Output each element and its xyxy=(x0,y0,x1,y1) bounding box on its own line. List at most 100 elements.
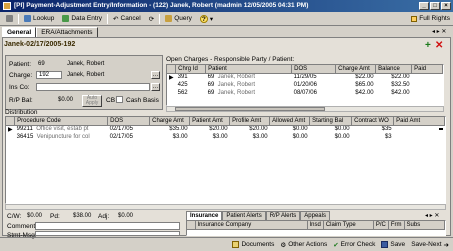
col-allowed-amt[interactable]: Allowed Amt xyxy=(269,117,311,126)
query-icon xyxy=(165,15,173,22)
table-row[interactable]: 36415 Venipuncture for col 02/17/05 $3.0… xyxy=(6,133,445,141)
save-label: Save xyxy=(390,241,406,248)
lock-icon xyxy=(411,15,418,22)
minimize-button[interactable]: _ xyxy=(419,2,429,10)
cell: $3.00 xyxy=(252,134,268,140)
insurance-tabs: Insurance Patient Alerts R/P Alerts Appe… xyxy=(186,211,330,220)
gear-icon: ⚙ xyxy=(280,241,287,249)
menu-icon xyxy=(6,15,13,22)
auto-apply-button[interactable]: Auto Apply xyxy=(82,95,102,107)
cell: $3 xyxy=(384,134,392,140)
other-actions-button[interactable]: ⚙ Other Actions xyxy=(280,241,327,249)
ins-lookup-button[interactable]: … xyxy=(151,83,160,91)
tab-nav-arrows[interactable]: ◂ ▸ ✕ xyxy=(432,28,446,35)
cell: 01/20/06 xyxy=(293,82,317,88)
cell: $32.50 xyxy=(391,82,410,88)
documents-button[interactable]: Documents xyxy=(232,241,274,248)
cell-patient-name: Janek, Robert xyxy=(217,82,256,88)
cell: 99211 Office visit, estab pt xyxy=(15,125,108,133)
col-charge-amt[interactable]: Charge Amt xyxy=(335,65,377,74)
col-dos[interactable]: DOS xyxy=(291,65,337,74)
save-next-button[interactable]: Save-Next ➜ xyxy=(411,241,449,249)
cell: 11/29/05 xyxy=(293,74,317,81)
data-entry-button[interactable]: Data Entry xyxy=(59,13,105,25)
error-check-button[interactable]: ✔ Error Check xyxy=(333,241,375,249)
col-paid[interactable]: Paid xyxy=(411,65,443,74)
cell: $0.00 xyxy=(334,134,350,140)
ins-co-field[interactable] xyxy=(36,83,150,91)
cell: 02/17/05 xyxy=(109,126,133,133)
col-contract-wo[interactable]: Contract WO xyxy=(351,117,395,126)
close-window-button[interactable]: × xyxy=(441,2,451,10)
col-dos[interactable]: DOS xyxy=(107,117,151,126)
cell-description: Venipuncture for col xyxy=(36,134,90,140)
tab-patient-alerts[interactable]: Patient Alerts xyxy=(222,211,266,220)
save-button[interactable]: Save xyxy=(381,241,405,248)
col-profile-amt[interactable]: Profile Amt xyxy=(229,117,271,126)
comment-field[interactable] xyxy=(35,222,180,230)
col-charge-amt[interactable]: Charge Amt xyxy=(149,117,191,126)
tab-insurance[interactable]: Insurance xyxy=(186,211,223,220)
col-starting-bal[interactable]: Starting Bal xyxy=(309,117,353,126)
other-actions-label: Other Actions xyxy=(288,241,328,248)
col-patient[interactable]: Patient xyxy=(205,65,293,74)
cancel-button[interactable]: ↶ Cancel xyxy=(110,13,144,25)
maximize-button[interactable]: □ xyxy=(430,2,440,10)
window-controls: _ □ × xyxy=(419,2,451,10)
adj-value: $0.00 xyxy=(118,213,134,219)
cell: $22.00 xyxy=(355,74,374,81)
cash-basis-checkbox[interactable] xyxy=(116,96,123,103)
help-button[interactable]: ? ▾ xyxy=(197,13,216,25)
cell: 391 xyxy=(177,74,188,81)
distribution-hscrollbar[interactable] xyxy=(5,204,446,210)
col-subs[interactable]: Subs xyxy=(404,221,445,230)
table-row[interactable]: ▶ 391 69 Janek, Robert 11/29/05 $22.00 $… xyxy=(167,73,443,81)
distribution-label: Distribution xyxy=(5,109,38,116)
col-procedure-code[interactable]: Procedure Code xyxy=(14,117,109,126)
refresh-button[interactable]: ⟳ xyxy=(146,13,157,25)
col-chrg-id[interactable]: Chrg Id xyxy=(175,65,207,74)
tab-rp-alerts[interactable]: R/P Alerts xyxy=(265,211,301,220)
col-patient-amt[interactable]: Patient Amt xyxy=(189,117,231,126)
cell: 562 xyxy=(177,90,188,96)
cell xyxy=(167,89,176,97)
open-charges-hscrollbar[interactable] xyxy=(166,106,444,112)
tab-appeals[interactable]: Appeals xyxy=(300,211,330,220)
paid-amt-input[interactable] xyxy=(438,128,443,131)
adj-label: Adj: xyxy=(98,213,110,220)
cell: $3.00 xyxy=(212,134,228,140)
charge-lookup-button[interactable]: … xyxy=(151,71,160,79)
table-row[interactable]: ▶ 99211 Office visit, estab pt 02/17/05 … xyxy=(6,125,445,133)
add-icon[interactable]: + xyxy=(425,40,431,51)
close-icon[interactable]: ✕ xyxy=(435,40,443,51)
cell-code: 99211 xyxy=(16,126,33,133)
cell: 02/17/05 xyxy=(109,134,133,140)
col-balance[interactable]: Balance xyxy=(375,65,413,74)
table-row[interactable]: 562 69 Janek, Robert 08/07/06 $42.00 $42… xyxy=(167,89,443,97)
col-insurance-company[interactable]: Insurance Company xyxy=(195,221,308,230)
table-row[interactable]: 425 69 Janek, Robert 01/20/06 $65.00 $32… xyxy=(167,81,443,89)
lookup-icon xyxy=(24,15,31,22)
cell: 08/07/06 xyxy=(293,90,317,96)
stmt-msg-field[interactable] xyxy=(35,231,180,236)
col-paid-amt[interactable]: Paid Amt xyxy=(393,117,445,126)
col-claim-type[interactable]: Claim Type xyxy=(323,221,374,230)
toolbar: Lookup Data Entry ↶ Cancel ⟳ Query ? ▾ Ful… xyxy=(0,12,453,26)
col-pc[interactable]: P/C xyxy=(373,221,389,230)
save-next-label: Save-Next xyxy=(411,241,442,248)
query-button[interactable]: Query xyxy=(162,13,195,25)
tab-era-attachments[interactable]: ERA/Attachments xyxy=(36,27,98,37)
insurance-tab-nav[interactable]: ◂ ▸ ✕ xyxy=(425,212,439,219)
col-frm[interactable]: Frm xyxy=(388,221,405,230)
scroll-thumb[interactable] xyxy=(175,107,325,111)
charge-id-field[interactable]: 192 xyxy=(36,71,62,79)
patient-id: 69 xyxy=(38,61,45,67)
cell xyxy=(412,81,443,89)
col-insd[interactable]: Insd xyxy=(307,221,324,230)
menu-button[interactable] xyxy=(3,13,16,25)
cell: 36415 Venipuncture for col xyxy=(15,133,108,141)
tab-general[interactable]: General xyxy=(2,27,37,37)
lookup-button[interactable]: Lookup xyxy=(21,13,57,25)
cell[interactable] xyxy=(394,125,445,133)
toolbar-separator xyxy=(18,13,19,24)
